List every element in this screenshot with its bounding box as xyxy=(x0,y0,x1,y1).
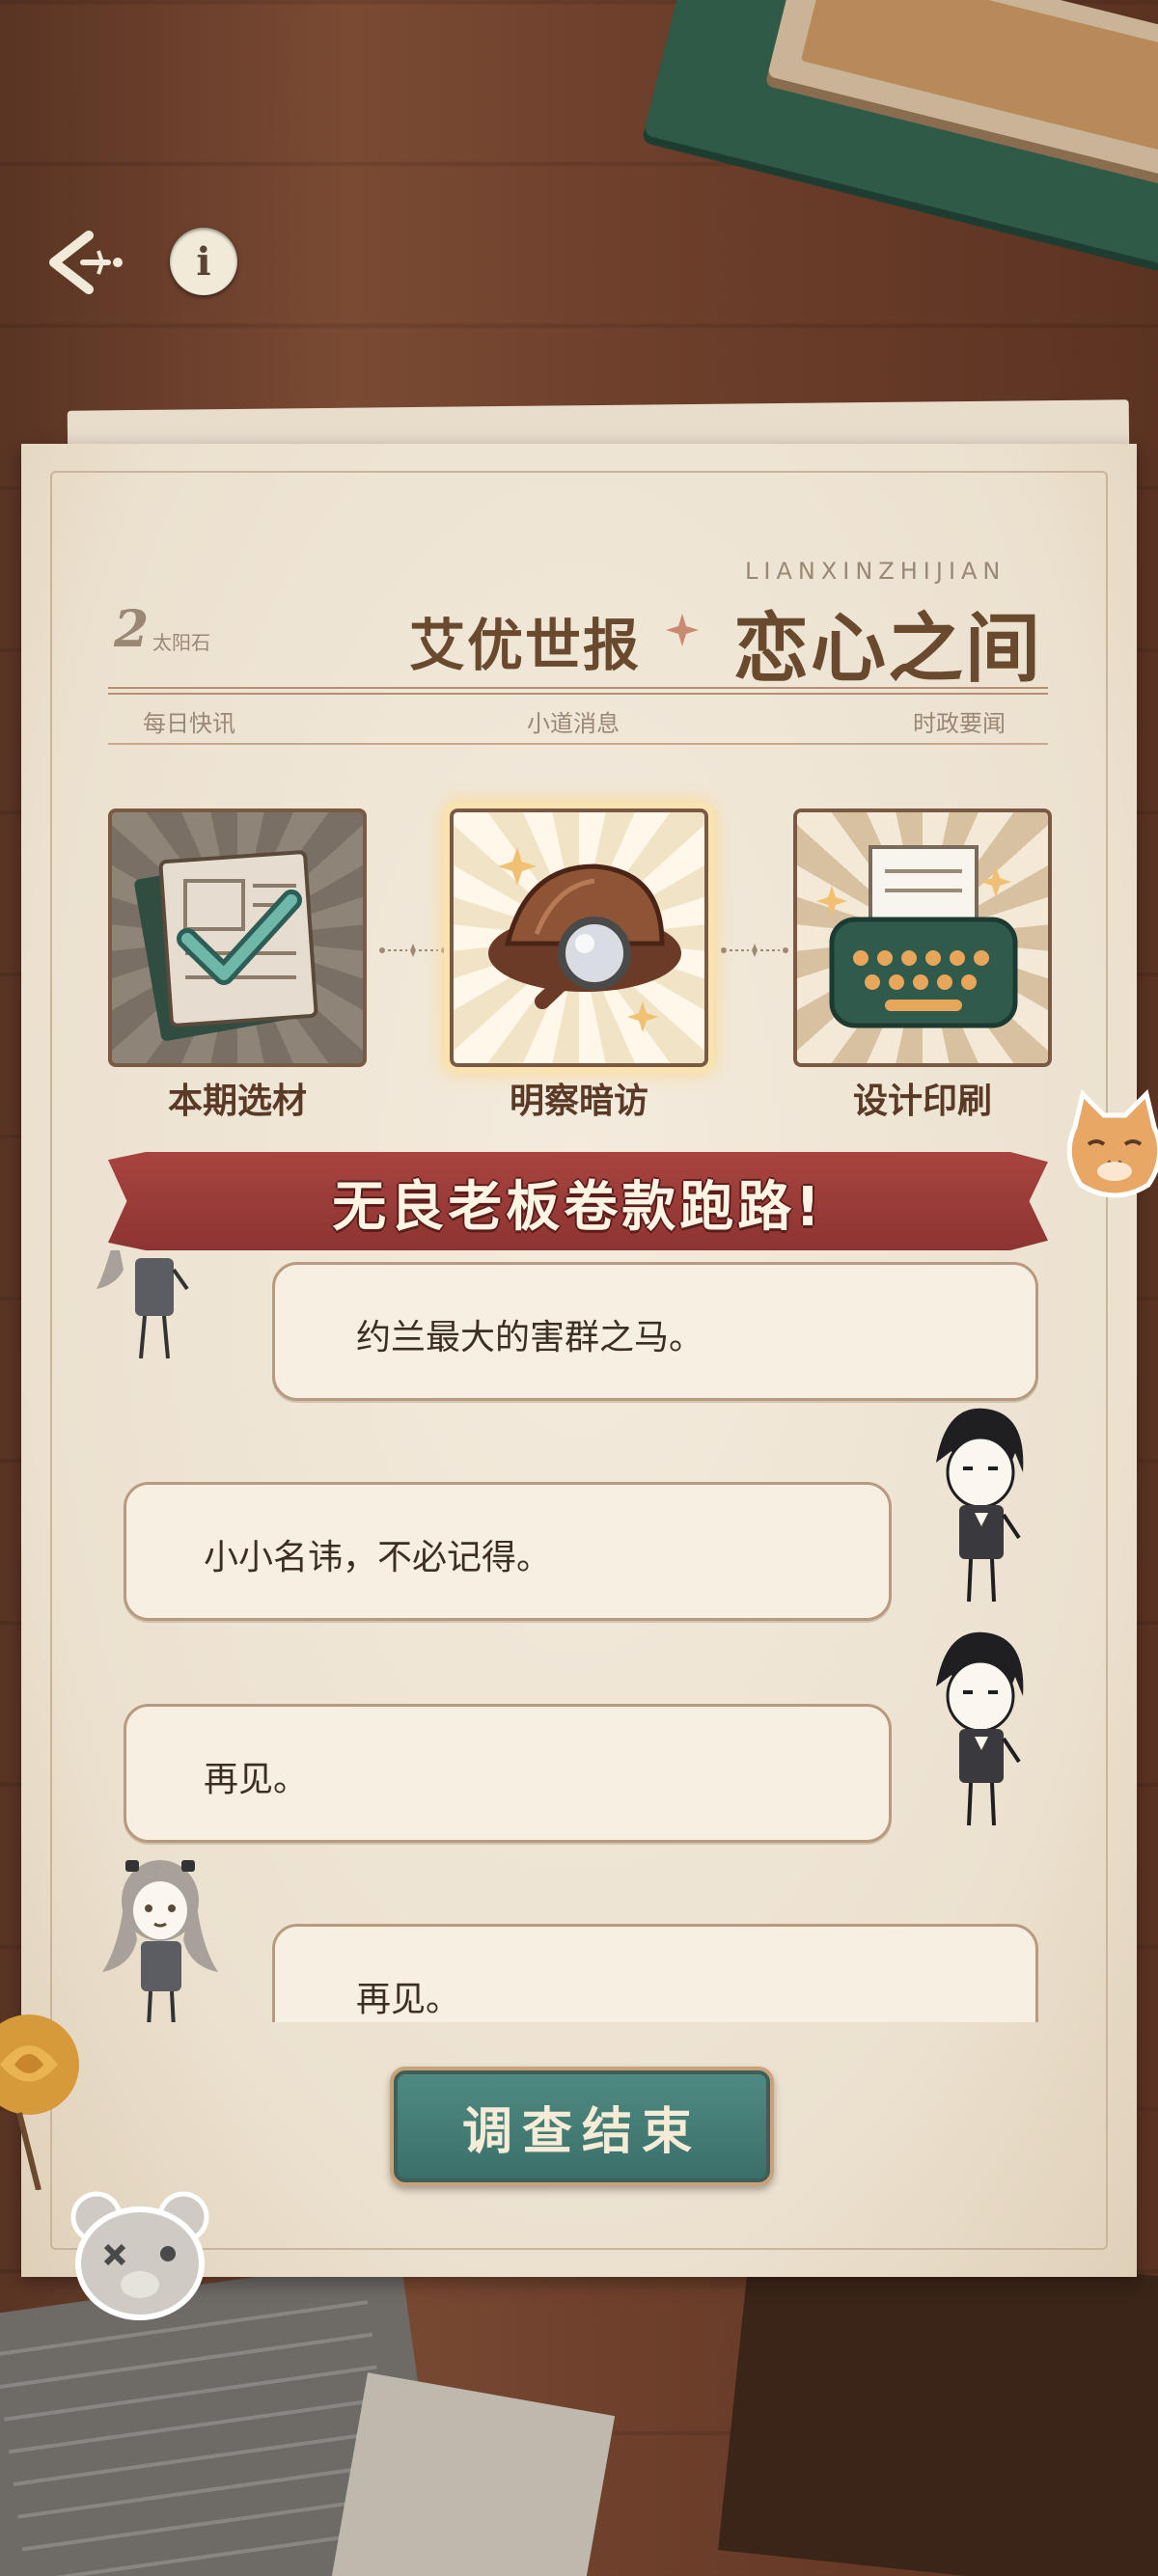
info-icon: i xyxy=(196,238,211,285)
step-card-selection xyxy=(108,808,367,1067)
dialogue-bubble: 小小名讳，不必记得。 xyxy=(124,1482,892,1621)
dialogue-bubble: 再见。 xyxy=(272,1924,1038,2022)
step-connector xyxy=(721,944,788,957)
boy-character-avatar xyxy=(936,1408,1024,1603)
title-latin: LIANXINZHIJIAN xyxy=(745,558,1006,585)
step-card-print xyxy=(793,808,1052,1067)
dialogue-bubble: 再见。 xyxy=(124,1704,892,1843)
dialogue-text: 小小名讳，不必记得。 xyxy=(204,1538,552,1577)
dialogue-list[interactable]: 约兰最大的害群之马。 小小名讳，不必记得。 再见。 再见。 xyxy=(58,1250,1100,2022)
issue-label: 太阳石 xyxy=(152,631,210,654)
cat-sticker-icon xyxy=(1066,1089,1158,1198)
dialogue-text: 再见。 xyxy=(356,1980,461,2019)
step-label-investigate: 明察暗访 xyxy=(509,1082,648,1121)
issue-number: 2 xyxy=(114,600,150,659)
page-title: 恋心之间 xyxy=(733,606,1043,693)
bear-sticker-icon xyxy=(70,2191,209,2320)
section-tab-politics: 时政要闻 xyxy=(913,710,1006,737)
sparkle-icon xyxy=(666,614,699,646)
header-rule xyxy=(108,687,1048,695)
step-card-investigate xyxy=(450,808,708,1067)
step-label-print: 设计印刷 xyxy=(852,1082,992,1121)
section-tab-gossip: 小道消息 xyxy=(527,710,620,737)
back-arrow-icon xyxy=(49,231,123,294)
girl-character-avatar xyxy=(102,1860,218,2022)
newspaper-name: 艾优世报 xyxy=(409,613,642,678)
back-button[interactable] xyxy=(44,230,127,295)
boy-character-avatar xyxy=(936,1631,1024,1826)
info-button[interactable]: i xyxy=(170,228,237,295)
dialogue-bubble: 约兰最大的害群之马。 xyxy=(272,1262,1038,1401)
step-label-selection: 本期选材 xyxy=(167,1082,307,1121)
end-investigation-button[interactable]: 调查结束 xyxy=(390,2067,774,2186)
book-stack-decoration xyxy=(629,0,1158,321)
dialogue-text: 再见。 xyxy=(204,1760,309,1799)
header-rule-bottom xyxy=(108,743,1048,745)
dialogue-text: 约兰最大的害群之马。 xyxy=(356,1318,704,1357)
section-tab-daily: 每日快讯 xyxy=(143,710,235,737)
rose-decoration-icon xyxy=(0,2014,79,2190)
headline-text: 无良老板卷款跑路! xyxy=(332,1176,824,1239)
step-connector xyxy=(379,944,447,957)
girl-character-avatar xyxy=(96,1250,189,1359)
